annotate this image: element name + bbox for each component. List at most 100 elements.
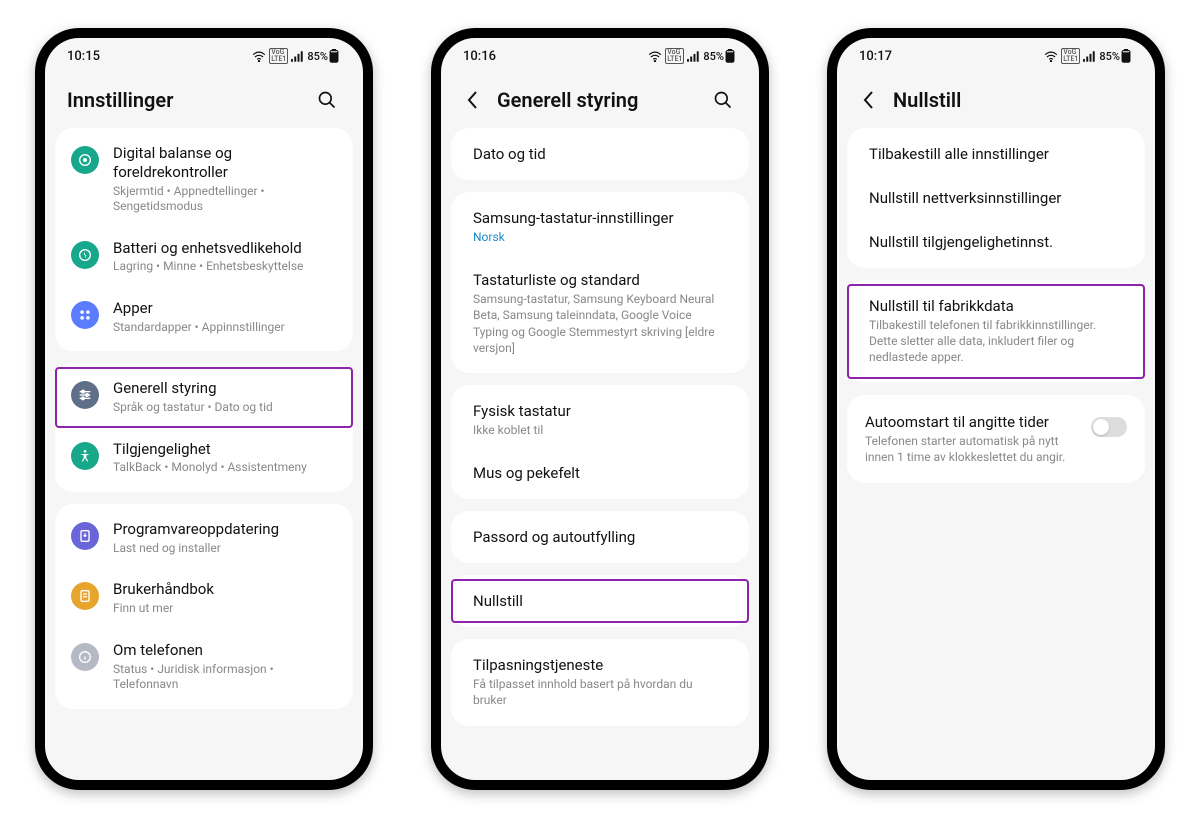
row-title: Dato og tid — [473, 145, 727, 163]
volte-icon: VoGLTE1 — [269, 48, 288, 64]
row-title: Om telefonen — [113, 641, 337, 660]
row-title: Generell styring — [113, 379, 337, 398]
settings-group: Nullstill — [451, 575, 749, 627]
row-subtitle: Finn ut mer — [113, 601, 337, 617]
page-title: Nullstill — [893, 88, 961, 112]
wifi-icon — [648, 51, 662, 62]
gm-samsung-keyboard[interactable]: Samsung-tastatur-innstillinger Norsk — [451, 196, 749, 258]
row-subtitle: Språk og tastatur • Dato og tid — [113, 400, 337, 416]
row-title: Batteri og enhetsvedlikehold — [113, 239, 337, 258]
gm-passwords-autofill[interactable]: Passord og autoutfylling — [451, 515, 749, 559]
phone-screen: 10:15 VoGLTE1 85% Innstillinger Digital … — [45, 38, 363, 780]
settings-user-manual[interactable]: Brukerhåndbok Finn ut mer — [55, 568, 353, 628]
status-icons: VoGLTE1 85% — [252, 48, 341, 64]
title-bar: Nullstill — [837, 70, 1155, 128]
phone-frame-3: 10:17 VoGLTE1 85% Nullstill Tilbakestill… — [827, 28, 1165, 790]
reset-auto-restart[interactable]: Autoomstart til angitte tider Telefonen … — [847, 399, 1145, 479]
signal-icon — [291, 51, 304, 62]
page-title: Innstillinger — [67, 88, 173, 112]
wifi-icon — [1044, 51, 1058, 62]
battery-percent: 85% — [1099, 50, 1120, 63]
status-bar: 10:16 VoGLTE1 85% — [441, 38, 759, 70]
about-icon — [71, 643, 99, 671]
reset-all-settings[interactable]: Tilbakestill alle innstillinger — [847, 132, 1145, 176]
row-title: Nullstill til fabrikkdata — [869, 297, 1123, 315]
content-area: Digital balanse og foreldrekontroller Sk… — [45, 128, 363, 780]
title-bar: Innstillinger — [45, 70, 363, 128]
status-time: 10:16 — [463, 49, 496, 64]
gm-keyboard-list[interactable]: Tastaturliste og standard Samsung-tastat… — [451, 258, 749, 369]
settings-accessibility[interactable]: Tilgjengelighet TalkBack • Monolyd • Ass… — [55, 428, 353, 488]
row-title: Tilpasningstjeneste — [473, 656, 727, 674]
wellbeing-icon — [71, 146, 99, 174]
wifi-icon — [252, 51, 266, 62]
row-subtitle: Skjermtid • Appnedtellinger • Sengetidsm… — [113, 184, 337, 215]
search-button[interactable] — [313, 86, 341, 114]
volte-icon: VoGLTE1 — [1061, 48, 1080, 64]
row-title: Nullstill nettverksinnstillinger — [869, 189, 1123, 207]
apps-icon — [71, 301, 99, 329]
row-title: Brukerhåndbok — [113, 580, 337, 599]
sliders-icon — [71, 381, 99, 409]
battery-percent: 85% — [307, 50, 328, 63]
settings-group: Fysisk tastatur Ikke koblet til Mus og p… — [451, 385, 749, 499]
back-button[interactable] — [859, 86, 879, 114]
page-title: Generell styring — [497, 88, 638, 112]
row-subtitle: Status • Juridisk informasjon • Telefonn… — [113, 662, 337, 693]
gm-mouse-trackpad[interactable]: Mus og pekefelt — [451, 451, 749, 495]
settings-software-update[interactable]: Programvareoppdatering Last ned og insta… — [55, 508, 353, 568]
settings-apps[interactable]: Apper Standardapper • Appinnstillinger — [55, 287, 353, 347]
search-button[interactable] — [709, 86, 737, 114]
status-time: 10:15 — [67, 49, 100, 64]
gm-customization-service[interactable]: Tilpasningstjeneste Få tilpasset innhold… — [451, 643, 749, 721]
settings-about-phone[interactable]: Om telefonen Status • Juridisk informasj… — [55, 629, 353, 705]
settings-group: Tilpasningstjeneste Få tilpasset innhold… — [451, 639, 749, 725]
settings-general-management[interactable]: Generell styring Språk og tastatur • Dat… — [55, 367, 353, 427]
phone-screen: 10:17 VoGLTE1 85% Nullstill Tilbakestill… — [837, 38, 1155, 780]
row-subtitle: Standardapper • Appinnstillinger — [113, 320, 337, 336]
content-area: Dato og tid Samsung-tastatur-innstilling… — [441, 128, 759, 780]
row-title: Tilbakestill alle innstillinger — [869, 145, 1123, 163]
back-button[interactable] — [463, 86, 483, 114]
gm-reset[interactable]: Nullstill — [451, 579, 749, 623]
row-title: Nullstill — [473, 592, 727, 610]
settings-group: Generell styring Språk og tastatur • Dat… — [55, 363, 353, 492]
reset-network[interactable]: Nullstill nettverksinnstillinger — [847, 176, 1145, 220]
gm-date-time[interactable]: Dato og tid — [451, 132, 749, 176]
content-area: Tilbakestill alle innstillinger Nullstil… — [837, 128, 1155, 780]
battery-icon — [71, 241, 99, 269]
reset-factory-data[interactable]: Nullstill til fabrikkdata Tilbakestill t… — [847, 284, 1145, 379]
signal-icon — [687, 51, 700, 62]
row-subtitle: Lagring • Minne • Enhetsbeskyttelse — [113, 259, 337, 275]
a11y-icon — [71, 442, 99, 470]
battery-percent: 85% — [703, 50, 724, 63]
row-title: Tilgjengelighet — [113, 440, 337, 459]
phone-frame-2: 10:16 VoGLTE1 85% Generell styring Dato … — [431, 28, 769, 790]
manual-icon — [71, 582, 99, 610]
phone-frame-1: 10:15 VoGLTE1 85% Innstillinger Digital … — [35, 28, 373, 790]
update-icon — [71, 522, 99, 550]
settings-group: Digital balanse og foreldrekontroller Sk… — [55, 128, 353, 351]
toggle-switch[interactable] — [1091, 417, 1127, 437]
status-bar: 10:17 VoGLTE1 85% — [837, 38, 1155, 70]
status-bar: 10:15 VoGLTE1 85% — [45, 38, 363, 70]
settings-group: Nullstill til fabrikkdata Tilbakestill t… — [847, 280, 1145, 383]
signal-icon — [1083, 51, 1096, 62]
row-title: Apper — [113, 299, 337, 318]
title-bar: Generell styring — [441, 70, 759, 128]
row-title: Fysisk tastatur — [473, 402, 727, 420]
row-subtitle: Telefonen starter automatisk på nytt inn… — [865, 433, 1079, 465]
settings-battery-care[interactable]: Batteri og enhetsvedlikehold Lagring • M… — [55, 227, 353, 287]
settings-digital-balance[interactable]: Digital balanse og foreldrekontroller Sk… — [55, 132, 353, 227]
gm-physical-keyboard[interactable]: Fysisk tastatur Ikke koblet til — [451, 389, 749, 451]
status-icons: VoGLTE1 85% — [648, 48, 737, 64]
row-title: Samsung-tastatur-innstillinger — [473, 209, 727, 227]
battery-icon — [329, 49, 339, 63]
reset-accessibility[interactable]: Nullstill tilgjengelighetinnst. — [847, 220, 1145, 264]
row-subtitle: Samsung-tastatur, Samsung Keyboard Neura… — [473, 291, 727, 356]
status-time: 10:17 — [859, 49, 892, 64]
row-title: Autoomstart til angitte tider — [865, 413, 1079, 431]
battery-icon — [725, 49, 735, 63]
status-icons: VoGLTE1 85% — [1044, 48, 1133, 64]
settings-group: Dato og tid — [451, 128, 749, 180]
